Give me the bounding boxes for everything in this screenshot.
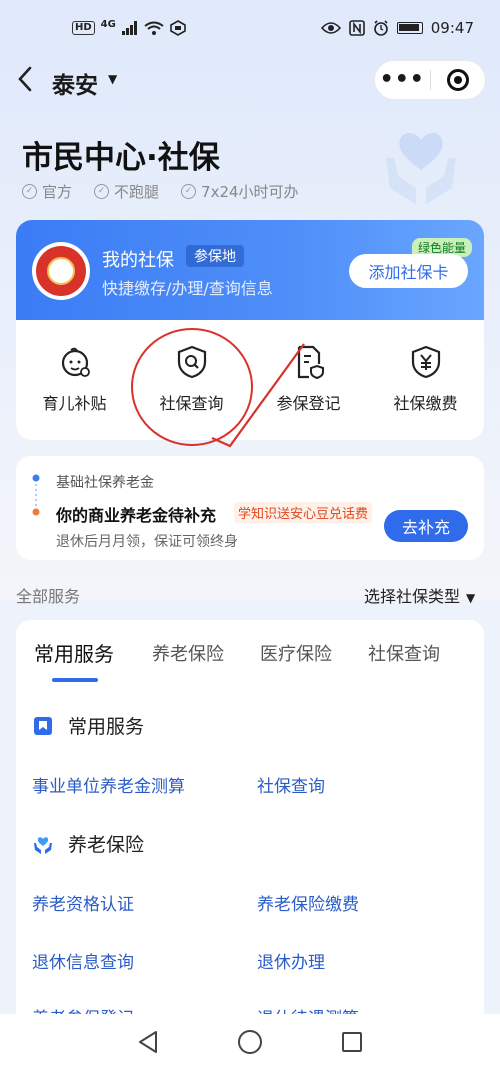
bookmark-icon bbox=[34, 716, 52, 735]
category-title: 养老保险 bbox=[68, 834, 145, 856]
category-pension-insurance: 养老保险 bbox=[32, 830, 144, 857]
add-social-security-card-button[interactable]: 添加社保卡 bbox=[349, 254, 468, 288]
timeline-dots-icon bbox=[32, 474, 40, 516]
more-button[interactable]: ••• bbox=[375, 69, 430, 91]
tab-medical-insurance[interactable]: 医疗保险 bbox=[260, 640, 332, 666]
service-tabs: 常用服务 养老保险 医疗保险 社保查询 bbox=[16, 620, 484, 682]
back-button[interactable] bbox=[14, 64, 42, 96]
circle-home-icon bbox=[238, 1029, 262, 1054]
tabs-scroll-fade bbox=[442, 620, 484, 680]
wifi-icon bbox=[144, 21, 164, 35]
services-panel: 常用服务 养老保险 医疗保险 社保查询 常用服务 事业单位养老金测算 社保查询 … bbox=[16, 620, 484, 1069]
system-navigation-bar bbox=[0, 1014, 500, 1069]
mini-app-capsule: ••• bbox=[374, 60, 486, 100]
service-item[interactable]: 社保查询 bbox=[257, 772, 325, 797]
pension-promo-tag: 学知识送安心豆兑话费 bbox=[234, 502, 373, 523]
type-select-label: 选择社保类型 bbox=[364, 587, 461, 606]
trust-badges: ✓ 官方 ✓ 不跑腿 ✓ 7x24小时可办 bbox=[22, 181, 299, 202]
signal-label: 4G bbox=[100, 18, 116, 30]
hexagon-app-icon bbox=[170, 20, 186, 36]
badge-label: 7x24小时可办 bbox=[201, 183, 299, 201]
baby-icon bbox=[61, 347, 90, 377]
caret-down-icon[interactable]: ▼ bbox=[108, 72, 117, 86]
alarm-icon bbox=[373, 20, 388, 36]
service-social-security-query[interactable]: 社保查询 bbox=[133, 338, 250, 428]
battery-icon bbox=[396, 22, 423, 34]
badge-24h: ✓ 7x24小时可办 bbox=[181, 181, 299, 202]
category-title: 常用服务 bbox=[68, 716, 145, 738]
chevron-left-icon bbox=[18, 66, 32, 92]
signal-icon bbox=[121, 21, 137, 35]
nav-home-button[interactable] bbox=[235, 1027, 265, 1057]
close-mini-app-button[interactable] bbox=[430, 69, 485, 91]
check-circle-icon: ✓ bbox=[22, 184, 37, 199]
badge-label: 官方 bbox=[42, 183, 73, 201]
nfc-icon bbox=[348, 20, 365, 36]
document-shield-icon bbox=[297, 345, 324, 380]
service-label: 社保缴费 bbox=[393, 394, 458, 413]
badge-official: ✓ 官方 bbox=[22, 181, 72, 202]
hands-heart-icon bbox=[34, 836, 52, 854]
service-label: 社保查询 bbox=[159, 394, 224, 413]
service-item[interactable]: 退休办理 bbox=[257, 948, 325, 973]
header: 泰安 ▼ ••• bbox=[0, 58, 500, 104]
caret-down-icon: ▼ bbox=[466, 591, 476, 605]
service-item[interactable]: 事业单位养老金测算 bbox=[32, 772, 185, 797]
insurance-type-select[interactable]: 选择社保类型 ▼ bbox=[364, 583, 475, 607]
tab-social-security-query[interactable]: 社保查询 bbox=[368, 640, 440, 666]
pension-title: 你的商业养老金待补充 bbox=[56, 506, 217, 525]
status-bar: HD 4G 09:47 bbox=[0, 0, 500, 56]
active-tab-indicator bbox=[52, 678, 98, 682]
service-item[interactable]: 退休信息查询 bbox=[32, 948, 134, 973]
service-label: 育儿补贴 bbox=[42, 394, 107, 413]
social-security-logo bbox=[32, 242, 90, 300]
city-selector[interactable]: 泰安 bbox=[52, 66, 98, 100]
eye-icon bbox=[320, 22, 341, 34]
hands-heart-watermark-icon bbox=[386, 133, 456, 204]
pension-caption: 基础社保养老金 bbox=[56, 475, 154, 491]
my-social-security-card: 我的社保 参保地 快捷缴存/办理/查询信息 绿色能量 添加社保卡 育儿补贴 社保… bbox=[16, 220, 484, 440]
status-time: 09:47 bbox=[430, 19, 474, 37]
page-title: 市民中心·社保 bbox=[22, 140, 220, 176]
target-icon bbox=[446, 69, 469, 91]
check-circle-icon: ✓ bbox=[181, 184, 197, 199]
service-item[interactable]: 养老资格认证 bbox=[32, 890, 134, 915]
my-social-security-title: 我的社保 bbox=[102, 250, 174, 271]
my-card-subtitle: 快捷缴存/办理/查询信息 bbox=[102, 279, 273, 298]
service-social-security-payment[interactable]: 社保缴费 bbox=[367, 338, 484, 428]
triangle-back-icon bbox=[139, 1030, 157, 1053]
check-circle-icon: ✓ bbox=[94, 184, 110, 199]
square-recents-icon bbox=[342, 1031, 362, 1052]
tab-pension-insurance[interactable]: 养老保险 bbox=[152, 640, 224, 666]
service-insurance-registration[interactable]: 参保登记 bbox=[250, 338, 367, 428]
service-childcare-subsidy[interactable]: 育儿补贴 bbox=[16, 338, 133, 428]
all-services-label: 全部服务 bbox=[16, 587, 81, 606]
quick-services: 育儿补贴 社保查询 参保登记 社保缴费 bbox=[16, 338, 484, 428]
card-banner[interactable]: 我的社保 参保地 快捷缴存/办理/查询信息 绿色能量 添加社保卡 bbox=[16, 220, 484, 320]
go-supplement-button[interactable]: 去补充 bbox=[384, 510, 468, 542]
badge-label: 不跑腿 bbox=[114, 183, 160, 201]
yuan-shield-icon bbox=[411, 345, 440, 379]
badge-no-errand: ✓ 不跑腿 bbox=[94, 181, 159, 202]
tab-common-services[interactable]: 常用服务 bbox=[34, 638, 114, 667]
service-label: 参保登记 bbox=[276, 394, 341, 413]
category-common-services: 常用服务 bbox=[32, 712, 144, 739]
pension-subtitle: 退休后月月领，保证可领终身 bbox=[56, 534, 238, 550]
shield-search-icon bbox=[177, 345, 206, 379]
service-item[interactable]: 养老保险缴费 bbox=[257, 890, 359, 915]
nav-back-button[interactable] bbox=[133, 1027, 163, 1057]
nav-recents-button[interactable] bbox=[337, 1027, 367, 1057]
insured-location-tag: 参保地 bbox=[186, 245, 244, 267]
hd-indicator: HD bbox=[72, 21, 95, 35]
pension-supplement-card[interactable]: 基础社保养老金 你的商业养老金待补充 学知识送安心豆兑话费 退休后月月领，保证可… bbox=[16, 456, 484, 560]
